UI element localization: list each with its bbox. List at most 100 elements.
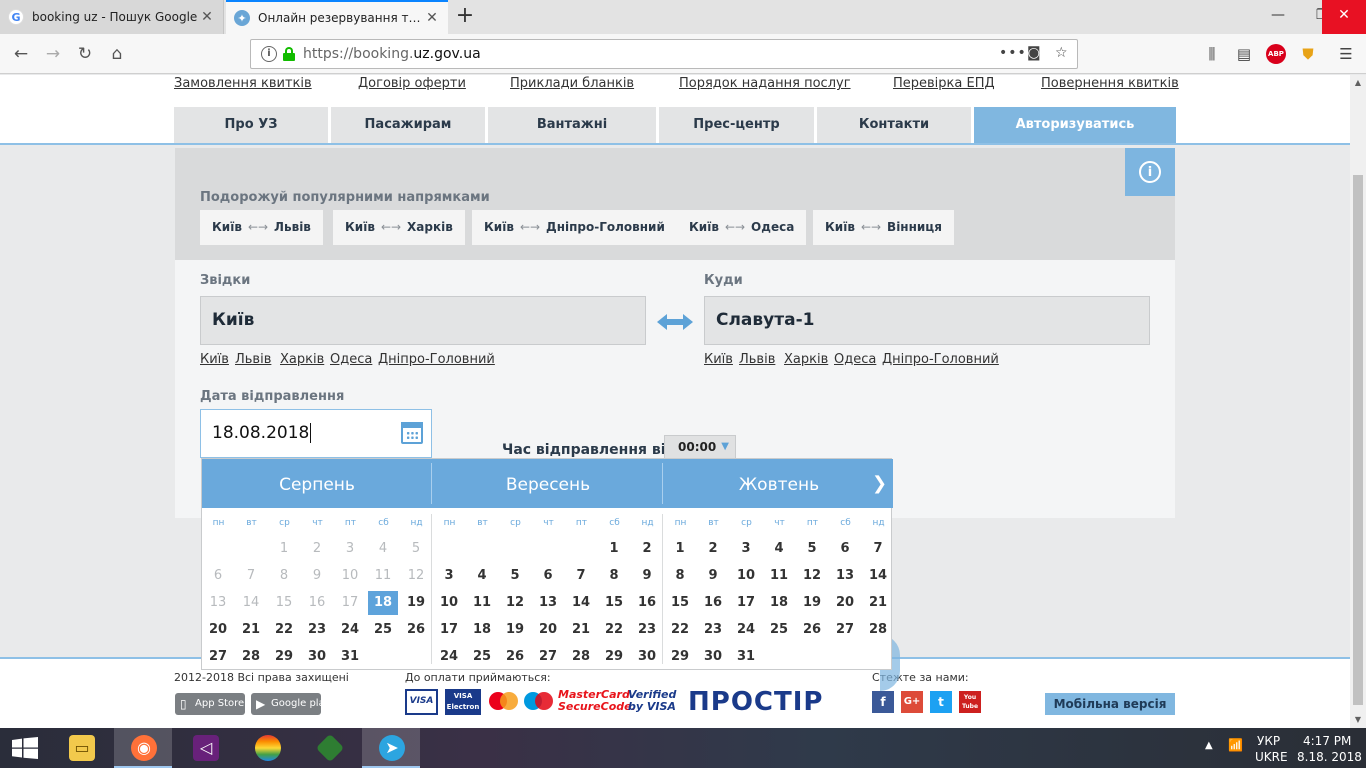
calendar-day[interactable]: 16: [632, 591, 662, 615]
twitter-icon[interactable]: t: [930, 691, 952, 713]
calendar-icon[interactable]: [401, 422, 423, 444]
to-station-input[interactable]: Славута-1: [704, 296, 1150, 345]
page-scrollbar[interactable]: ▲ ▼: [1350, 75, 1366, 728]
calendar-day[interactable]: 7: [566, 564, 596, 588]
calendar-day[interactable]: 22: [269, 618, 299, 642]
scroll-up-icon[interactable]: ▲: [1350, 75, 1366, 91]
calendar-day[interactable]: 18: [467, 618, 497, 642]
taskbar-app-tools[interactable]: [300, 728, 358, 768]
calendar-day[interactable]: 10: [434, 591, 464, 615]
close-tab-icon[interactable]: ✕: [199, 9, 215, 25]
route-kyiv-odesa[interactable]: Київ ←→ Одеса: [677, 210, 807, 245]
tab-booking-uz[interactable]: ✦ Онлайн резервування та придбання ✕: [226, 0, 448, 34]
calendar-day[interactable]: 23: [698, 618, 728, 642]
calendar-day[interactable]: 29: [269, 645, 299, 669]
calendar-day[interactable]: 30: [302, 645, 332, 669]
calendar-day[interactable]: 7: [863, 537, 893, 561]
calendar-day[interactable]: 12: [797, 564, 827, 588]
calendar-day[interactable]: 19: [500, 618, 530, 642]
link-order-tickets[interactable]: Замовлення квитків: [174, 76, 312, 91]
calendar-day[interactable]: 8: [665, 564, 695, 588]
calendar-day[interactable]: 13: [533, 591, 563, 615]
info-icon[interactable]: i: [261, 46, 277, 62]
minimize-button[interactable]: —: [1256, 0, 1300, 34]
calendar-day[interactable]: 19: [797, 591, 827, 615]
calendar-day[interactable]: 22: [665, 618, 695, 642]
from-quick-kharkiv[interactable]: Харків: [280, 352, 324, 367]
nav-about[interactable]: Про УЗ: [174, 107, 328, 143]
to-quick-lviv[interactable]: Львів: [739, 352, 775, 367]
calendar-day[interactable]: 28: [566, 645, 596, 669]
calendar-day[interactable]: 23: [632, 618, 662, 642]
swap-stations-icon[interactable]: [655, 312, 695, 332]
chevron-right-icon[interactable]: ❯: [872, 473, 887, 494]
calendar-day[interactable]: 26: [797, 618, 827, 642]
from-quick-dnipro[interactable]: Дніпро-Головний: [378, 352, 495, 367]
taskbar-app-rainbow[interactable]: [238, 728, 296, 768]
calendar-day[interactable]: 25: [467, 645, 497, 669]
calendar-day[interactable]: 29: [665, 645, 695, 669]
calendar-day[interactable]: 27: [830, 618, 860, 642]
calendar-day[interactable]: 9: [698, 564, 728, 588]
calendar-day[interactable]: 21: [236, 618, 266, 642]
bookmark-star-icon[interactable]: ☆: [1055, 45, 1068, 61]
link-form-examples[interactable]: Приклади бланків: [510, 76, 634, 91]
to-quick-kyiv[interactable]: Київ: [704, 352, 733, 367]
youtube-icon[interactable]: You Tube: [959, 691, 981, 713]
nav-passengers[interactable]: Пасажирам: [331, 107, 485, 143]
url-text[interactable]: https://booking.uz.gov.ua: [303, 46, 481, 62]
route-kyiv-lviv[interactable]: Київ ←→ Львів: [200, 210, 323, 245]
tab-google-search[interactable]: G booking uz - Пошук Google ✕: [0, 0, 224, 34]
taskbar-telegram[interactable]: ➤: [362, 728, 420, 768]
library-icon[interactable]: ⫼: [1202, 44, 1222, 64]
to-quick-kharkiv[interactable]: Харків: [784, 352, 828, 367]
calendar-day[interactable]: 3: [731, 537, 761, 561]
calendar-day[interactable]: 24: [335, 618, 365, 642]
scrollbar-thumb[interactable]: [1353, 175, 1363, 705]
menu-icon[interactable]: ☰: [1336, 44, 1356, 64]
link-check-epd[interactable]: Перевірка ЕПД: [893, 76, 995, 91]
reload-button[interactable]: ↻: [72, 42, 98, 66]
google-play-button[interactable]: ▶ Google play: [251, 693, 331, 715]
calendar-day[interactable]: 14: [863, 564, 893, 588]
from-quick-odesa[interactable]: Одеса: [330, 352, 372, 367]
route-kyiv-dnipro[interactable]: Київ ←→ Дніпро-Головний: [472, 210, 677, 245]
to-quick-odesa[interactable]: Одеса: [834, 352, 876, 367]
calendar-day[interactable]: 15: [599, 591, 629, 615]
from-quick-kyiv[interactable]: Київ: [200, 352, 229, 367]
page-actions-icon[interactable]: •••: [999, 45, 1027, 61]
home-button[interactable]: ⌂: [104, 42, 130, 66]
sidebar-icon[interactable]: ▤: [1234, 44, 1254, 64]
calendar-day[interactable]: 21: [566, 618, 596, 642]
nav-contacts[interactable]: Контакти: [817, 107, 971, 143]
link-ticket-return[interactable]: Повернення квитків: [1041, 76, 1179, 91]
calendar-day[interactable]: 24: [434, 645, 464, 669]
new-tab-button[interactable]: +: [452, 4, 478, 30]
calendar-day[interactable]: 5: [500, 564, 530, 588]
calendar-day[interactable]: 11: [764, 564, 794, 588]
calendar-day[interactable]: 10: [731, 564, 761, 588]
google-plus-icon[interactable]: G+: [901, 691, 923, 713]
calendar-day[interactable]: 17: [434, 618, 464, 642]
calendar-day-selected[interactable]: 18: [368, 591, 398, 615]
info-button[interactable]: i: [1125, 148, 1175, 196]
calendar-day[interactable]: 2: [632, 537, 662, 561]
calendar-day[interactable]: 16: [698, 591, 728, 615]
close-tab-icon[interactable]: ✕: [424, 10, 440, 26]
calendar-day[interactable]: 3: [434, 564, 464, 588]
start-button[interactable]: [0, 728, 58, 768]
calendar-day[interactable]: 26: [401, 618, 431, 642]
calendar-day[interactable]: 30: [698, 645, 728, 669]
calendar-day[interactable]: 27: [533, 645, 563, 669]
link-services-order[interactable]: Порядок надання послуг: [679, 76, 851, 91]
calendar-day[interactable]: 5: [797, 537, 827, 561]
taskbar-firefox[interactable]: ◉: [114, 728, 172, 768]
clock-time[interactable]: 4:17 PM: [1303, 734, 1351, 748]
calendar-day[interactable]: 1: [599, 537, 629, 561]
nav-press[interactable]: Прес-центр: [659, 107, 814, 143]
calendar-day[interactable]: 4: [467, 564, 497, 588]
link-offer-contract[interactable]: Договір оферти: [358, 76, 466, 91]
show-hidden-icons[interactable]: ▲: [1205, 740, 1213, 751]
calendar-day[interactable]: 23: [302, 618, 332, 642]
calendar-day[interactable]: 27: [203, 645, 233, 669]
